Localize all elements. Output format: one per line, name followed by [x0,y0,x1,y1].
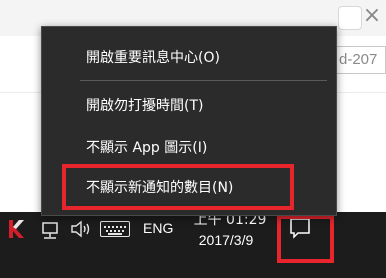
menu-item-quiet-hours[interactable]: 開啟勿打擾時間(T) [42,89,336,123]
menu-item-hide-app-icons[interactable]: 不顯示 App 圖示(I) [42,131,336,165]
highlight-box-action-center [277,215,334,263]
keyboard-keys-icon [104,226,126,235]
input-language-indicator[interactable]: ENG [143,220,173,236]
highlight-box-hide-notification-count [62,164,294,210]
background-text-field[interactable]: d-207 [332,46,386,74]
menu-item-open-important-messages[interactable]: 開啟重要訊息中心(O) [42,41,336,75]
network-icon[interactable] [40,222,60,240]
volume-icon[interactable] [70,220,92,238]
kaspersky-icon[interactable] [7,218,27,240]
menu-separator [80,80,327,81]
clock-date[interactable]: 2017/3/9 [186,232,266,248]
background-close-button[interactable]: × [358,0,386,32]
touch-keyboard-icon[interactable] [100,221,130,237]
